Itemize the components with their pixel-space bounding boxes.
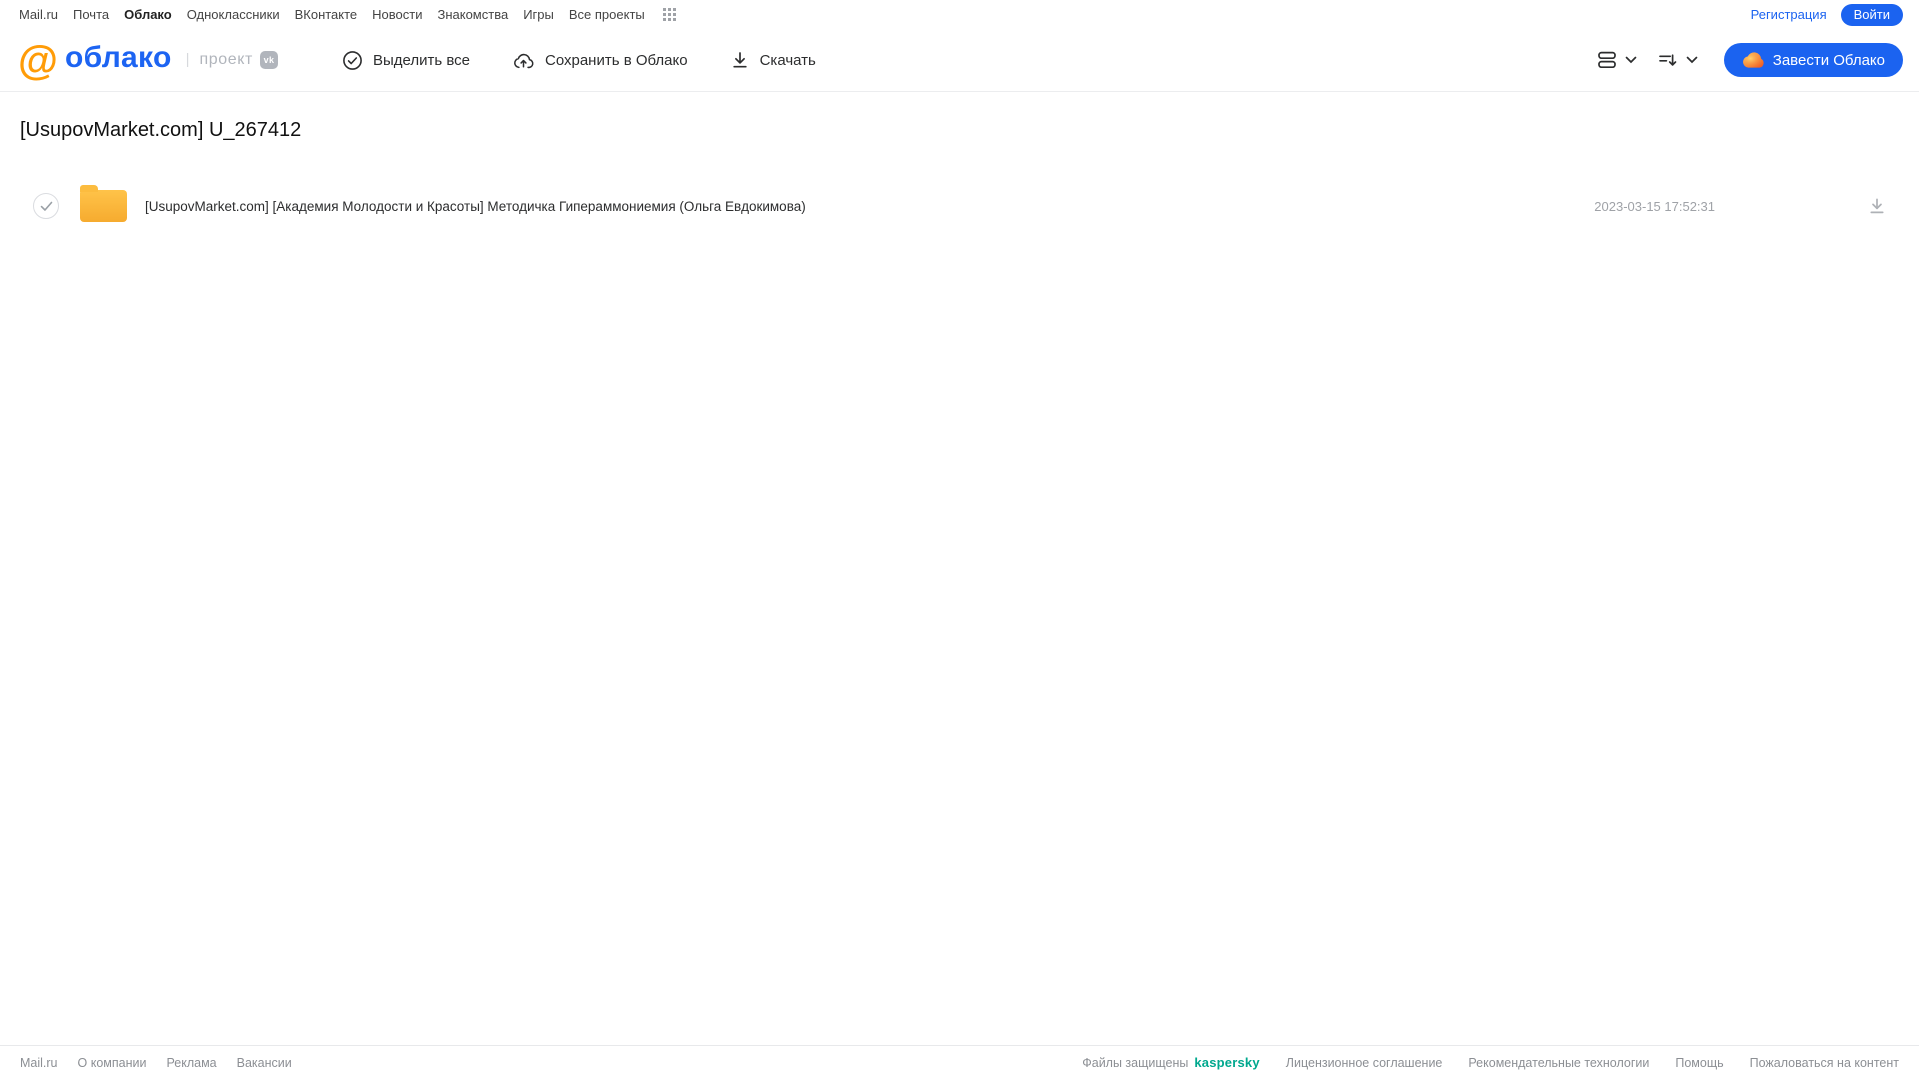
footer-help-link[interactable]: Помощь <box>1675 1056 1723 1070</box>
footer: Mail.ru О компании Реклама Вакансии Файл… <box>0 1045 1919 1079</box>
chevron-down-icon <box>1686 56 1698 64</box>
row-checkbox[interactable] <box>33 193 59 219</box>
login-button[interactable]: Войти <box>1840 3 1903 26</box>
footer-license-link[interactable]: Лицензионное соглашение <box>1286 1056 1443 1070</box>
cloud-upload-icon <box>512 49 535 71</box>
nav-novosti[interactable]: Новости <box>372 7 422 22</box>
apps-grid-icon[interactable] <box>662 8 676 21</box>
cloud-logo[interactable]: @ облако | проект vk <box>18 36 278 83</box>
kaspersky-protection: Файлы защищены kaspersky <box>1082 1055 1260 1070</box>
sort-control[interactable] <box>1657 50 1698 70</box>
nav-odnoklassniki[interactable]: Одноклассники <box>187 7 280 22</box>
main-content: [UsupovMarket.com] U_267412 [UsupovMarke… <box>0 119 1919 230</box>
get-cloud-button[interactable]: Завести Облако <box>1723 43 1903 77</box>
save-to-cloud-label: Сохранить в Облако <box>544 51 688 69</box>
page-title: [UsupovMarket.com] U_267412 <box>20 119 302 141</box>
auth-area: Регистрация Войти <box>1751 3 1903 26</box>
footer-mailru-link[interactable]: Mail.ru <box>20 1056 58 1070</box>
vk-badge-icon: vk <box>259 50 278 69</box>
footer-about-link[interactable]: О компании <box>78 1056 147 1070</box>
select-all-button[interactable]: Выделить все <box>338 44 474 77</box>
sort-icon <box>1657 50 1679 70</box>
mailru-at-icon: @ <box>18 36 58 83</box>
header-right-controls: Завести Облако <box>1596 43 1903 77</box>
download-all-button[interactable]: Скачать <box>726 44 820 76</box>
footer-recommendations-link[interactable]: Рекомендательные технологии <box>1468 1056 1649 1070</box>
nav-oblako[interactable]: Облако <box>124 7 172 22</box>
save-to-cloud-button[interactable]: Сохранить в Облако <box>508 43 692 77</box>
checkmark-icon <box>40 201 52 211</box>
nav-vkontakte[interactable]: ВКонтакте <box>295 7 358 22</box>
file-row[interactable]: [UsupovMarket.com] [Академия Молодости и… <box>0 182 1919 230</box>
list-view-icon <box>1596 50 1618 70</box>
top-navigation-bar: Mail.ru Почта Облако Одноклассники ВКонт… <box>0 0 1919 29</box>
nav-pochta[interactable]: Почта <box>73 7 109 22</box>
header: @ облако | проект vk Выделить все Сохран… <box>0 29 1919 92</box>
nav-vse-proekty[interactable]: Все проекты <box>569 7 645 22</box>
chevron-down-icon <box>1625 56 1637 64</box>
project-label: проект <box>199 50 253 68</box>
footer-right-links: Файлы защищены kaspersky Лицензионное со… <box>1082 1055 1899 1070</box>
download-icon <box>730 50 750 70</box>
file-date: 2023-03-15 17:52:31 <box>1594 198 1715 214</box>
file-name[interactable]: [UsupovMarket.com] [Академия Молодости и… <box>145 199 806 214</box>
logo-separator: | <box>185 51 190 69</box>
footer-jobs-link[interactable]: Вакансии <box>237 1056 292 1070</box>
kaspersky-logo: kaspersky <box>1194 1055 1260 1070</box>
cloud-share-page: Mail.ru Почта Облако Одноклассники ВКонт… <box>0 0 1919 1079</box>
portal-links: Mail.ru Почта Облако Одноклассники ВКонт… <box>19 7 676 22</box>
footer-ads-link[interactable]: Реклама <box>166 1056 216 1070</box>
nav-znakomstva[interactable]: Знакомства <box>437 7 508 22</box>
register-link[interactable]: Регистрация <box>1751 7 1827 22</box>
row-download-icon[interactable] <box>1867 196 1887 216</box>
download-all-label: Скачать <box>759 51 816 69</box>
view-mode-control[interactable] <box>1596 50 1637 70</box>
folder-icon <box>80 185 127 222</box>
footer-report-content-link[interactable]: Пожаловаться на контент <box>1750 1056 1899 1070</box>
select-all-label: Выделить все <box>372 51 470 69</box>
logo-text: облако <box>64 40 172 74</box>
nav-mailru[interactable]: Mail.ru <box>19 7 58 22</box>
nav-igry[interactable]: Игры <box>523 7 554 22</box>
footer-left-links: Mail.ru О компании Реклама Вакансии <box>20 1056 292 1070</box>
get-cloud-label: Завести Облако <box>1772 51 1885 69</box>
kaspersky-prefix: Файлы защищены <box>1082 1055 1189 1070</box>
cloud-brand-icon <box>1742 52 1764 68</box>
file-toolbar: Выделить все Сохранить в Облако Скачать <box>338 43 820 77</box>
file-list: [UsupovMarket.com] [Академия Молодости и… <box>0 182 1919 230</box>
check-circle-icon <box>342 50 363 71</box>
